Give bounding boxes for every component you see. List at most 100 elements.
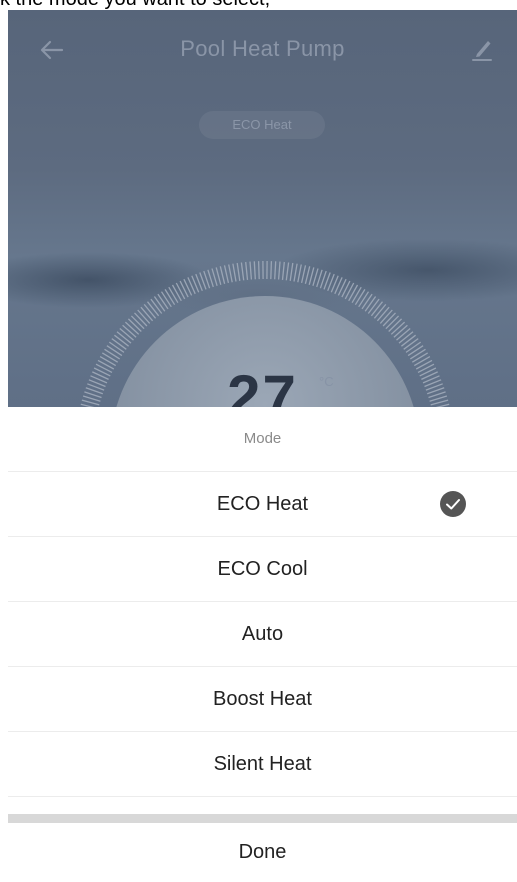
dial-tick: [304, 266, 311, 284]
dial-tick: [111, 338, 127, 350]
dial-tick: [114, 334, 129, 347]
dial-tick: [344, 282, 355, 300]
done-button[interactable]: Done: [8, 823, 517, 882]
dial-tick: [150, 298, 163, 314]
instruction-caption: k the mode you want to select,: [0, 0, 517, 10]
dial-tick: [354, 289, 366, 306]
dial-tick: [382, 312, 396, 327]
dial-tick: [300, 265, 307, 284]
dial-tick: [153, 296, 166, 312]
dial-tick: [249, 261, 253, 280]
mode-option-boost-heat[interactable]: Boost Heat: [8, 667, 517, 732]
dial-tick: [293, 263, 298, 282]
dial-tick: [223, 265, 230, 284]
mode-option-label: Silent Heat: [213, 753, 312, 775]
dial-tick: [285, 262, 290, 281]
instruction-caption-text: k the mode you want to select,: [0, 0, 270, 10]
dial-tick: [171, 284, 182, 302]
dial-tick: [405, 341, 422, 353]
mode-option-eco-heat[interactable]: ECO Heat: [8, 472, 517, 537]
dial-tick: [351, 286, 362, 304]
dial-tick: [143, 303, 157, 319]
temperature-unit: °C: [319, 374, 334, 389]
app-header: Pool Heat Pump: [8, 30, 517, 70]
dial-tick: [164, 289, 176, 306]
dial-tick: [364, 296, 377, 312]
dial-tick: [137, 309, 151, 324]
dial-tick: [236, 262, 241, 281]
dial-tick: [398, 331, 414, 344]
mode-option-label: ECO Heat: [216, 493, 309, 515]
dial-tick: [379, 309, 393, 324]
dial-tick: [289, 262, 294, 281]
dial-tick: [157, 293, 169, 310]
dial-tick: [228, 264, 233, 283]
dial-tick: [160, 291, 172, 308]
dial-tick: [274, 261, 277, 280]
dial-tick: [232, 263, 237, 282]
dial-tick: [367, 298, 380, 314]
dial-tick: [127, 318, 142, 332]
dial-tick: [388, 318, 403, 332]
dial-tick: [393, 324, 408, 338]
dial-tick: [101, 352, 119, 363]
temperature-value: 27: [227, 363, 298, 408]
dial-tick: [124, 321, 140, 335]
dial-tick: [411, 352, 429, 363]
dial-tick: [257, 261, 260, 280]
dial-tick: [179, 280, 189, 298]
dial-tick: [240, 262, 245, 281]
dial-tick: [106, 345, 123, 357]
checkmark-circle-icon: [440, 491, 466, 517]
dial-tick: [219, 266, 226, 284]
dial-tick: [370, 301, 384, 317]
dial-tick: [409, 348, 426, 360]
dial-tick: [99, 356, 117, 367]
dial-tick: [104, 348, 121, 360]
dial-tick: [108, 341, 125, 353]
dial-tick: [122, 324, 137, 338]
pool-heat-pump-screen: Pool Heat Pump ECO Heat 27 °C: [8, 10, 517, 407]
dial-tick: [385, 315, 400, 330]
mode-option-silent-heat[interactable]: Silent Heat: [8, 732, 517, 797]
dial-tick: [297, 264, 302, 283]
mode-option-label: ECO Cool: [217, 558, 308, 580]
dial-tick: [403, 338, 419, 350]
mode-option-auto[interactable]: Auto: [8, 602, 517, 667]
dial-tick: [376, 306, 390, 322]
dial-tick: [245, 261, 249, 280]
dial-tick: [119, 328, 134, 341]
dial-tick: [341, 280, 351, 298]
dial-tick: [361, 293, 373, 310]
dial-tick: [146, 301, 160, 317]
mode-option-label: Boost Heat: [213, 688, 312, 710]
dial-tick: [401, 334, 416, 347]
current-mode-badge: ECO Heat: [199, 111, 325, 139]
dial-tick: [270, 261, 273, 280]
mode-option-eco-cool[interactable]: ECO Cool: [8, 537, 517, 602]
dial-tick: [168, 286, 179, 304]
dial-tick: [175, 282, 186, 300]
screenshot-frame: k the mode you want to select, Pool Heat…: [0, 0, 517, 882]
dial-tick: [373, 303, 387, 319]
dial-tick: [348, 284, 359, 302]
dial-tick: [116, 331, 132, 344]
dial-tick: [407, 345, 424, 357]
dial-tick: [358, 291, 370, 308]
dial-tick: [130, 315, 145, 330]
sheet-title: Mode: [8, 407, 517, 472]
mode-option-label: Auto: [241, 623, 284, 645]
dial-tick: [281, 261, 285, 280]
dial-tick: [396, 328, 411, 341]
dial-tick: [413, 356, 431, 367]
dial-tick: [134, 312, 148, 327]
dial-tick: [140, 306, 154, 322]
dial-tick: [215, 267, 222, 285]
dial-tick: [277, 261, 281, 280]
dial-tick: [253, 261, 256, 280]
mode-selection-sheet: Mode ECO Heat ECO Cool Auto Boost Heat S…: [8, 407, 517, 882]
sheet-divider: [8, 814, 517, 823]
dial-tick: [308, 267, 315, 285]
page-title: Pool Heat Pump: [180, 36, 345, 61]
pencil-icon[interactable]: [469, 36, 495, 62]
